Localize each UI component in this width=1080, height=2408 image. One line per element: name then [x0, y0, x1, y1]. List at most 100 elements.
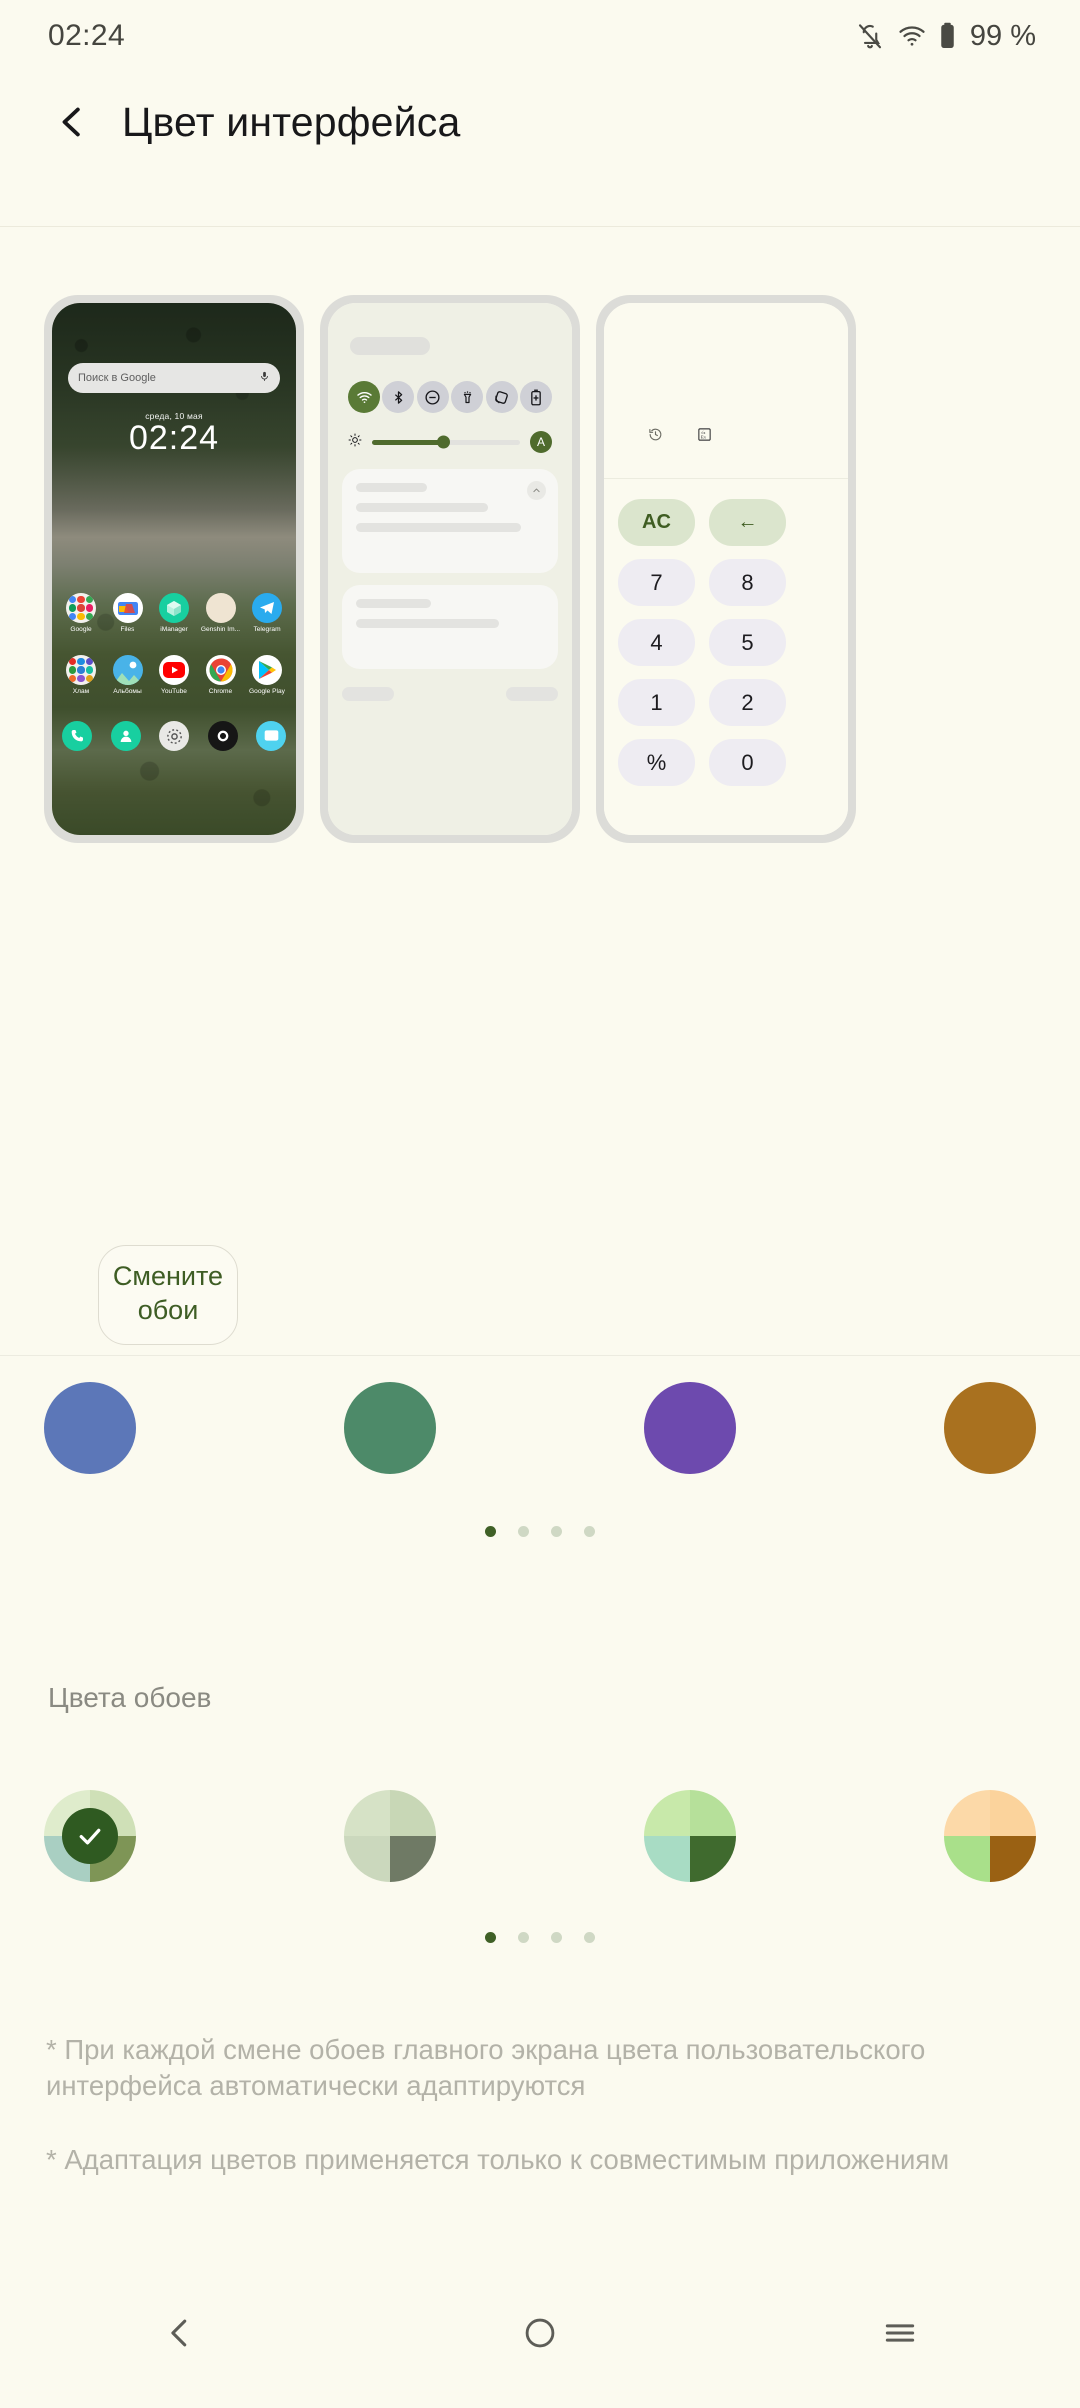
accent-page-dots[interactable] — [0, 1526, 1080, 1537]
wallpaper-button-area: Смените обои — [0, 1245, 1080, 1345]
calc-key-5[interactable]: 5 — [709, 619, 786, 666]
calc-key-8[interactable]: 8 — [709, 559, 786, 606]
calc-key-percent[interactable]: % — [618, 739, 695, 786]
settings-icon[interactable] — [159, 721, 189, 751]
placeholder-line — [356, 483, 428, 492]
app-row-1: Google Files iManager Genshin Im... Tele… — [58, 593, 290, 633]
brightness-icon — [348, 433, 362, 452]
calc-key-2[interactable]: 2 — [709, 679, 786, 726]
wallpaper-page-dots[interactable] — [0, 1932, 1080, 1943]
app-youtube[interactable]: YouTube — [151, 655, 197, 695]
wifi-icon — [897, 21, 927, 51]
app-row-2: Хлам Альбомы YouTube Chrome Google Play — [58, 655, 290, 695]
flashlight-icon[interactable] — [451, 381, 484, 413]
battery-saver-icon[interactable] — [519, 381, 552, 413]
wallpaper-color-row[interactable] — [0, 1790, 1080, 1882]
svg-text:Eπ: Eπ — [701, 435, 707, 440]
wifi-icon[interactable] — [348, 381, 380, 413]
home-dock — [62, 721, 286, 751]
calc-key-backspace[interactable]: ← — [709, 499, 786, 546]
app-files[interactable]: Files — [105, 593, 151, 633]
app-label: Genshin Im... — [200, 626, 241, 633]
accent-swatch-1[interactable] — [44, 1382, 136, 1474]
microphone-icon[interactable] — [259, 371, 270, 385]
app-genshin[interactable]: Genshin Im... — [198, 593, 244, 633]
nav-back-icon[interactable] — [120, 2288, 240, 2378]
do-not-disturb-icon[interactable] — [416, 381, 449, 413]
app-chrome[interactable]: Chrome — [198, 655, 244, 695]
preview-carousel[interactable]: Поиск в Google среда, 10 мая 02:24 Googl… — [0, 295, 1080, 915]
footnote-1: * При каждой смене обоев главного экрана… — [46, 2034, 926, 2102]
slider-knob[interactable] — [437, 435, 451, 449]
accent-swatch-4[interactable] — [944, 1382, 1036, 1474]
change-wallpaper-button[interactable]: Смените обои — [98, 1245, 238, 1345]
wallpaper-palette-4[interactable] — [944, 1790, 1036, 1882]
app-albums[interactable]: Альбомы — [105, 655, 151, 695]
scientific-icon[interactable]: √x Eπ — [697, 427, 712, 447]
app-label: Хлам — [72, 688, 90, 695]
calc-key-0[interactable]: 0 — [709, 739, 786, 786]
lockscreen-clock: среда, 10 мая 02:24 — [52, 411, 296, 457]
page-dot[interactable] — [518, 1932, 529, 1943]
page-dot[interactable] — [518, 1526, 529, 1537]
wallpaper-palette-3[interactable] — [644, 1790, 736, 1882]
placeholder-line — [356, 619, 499, 628]
chevron-up-icon[interactable] — [527, 481, 546, 500]
history-icon[interactable] — [648, 427, 663, 447]
phone-icon[interactable] — [62, 721, 92, 751]
notifications-off-icon — [855, 21, 885, 51]
placeholder-pill — [342, 687, 394, 701]
chrome-icon — [205, 655, 236, 685]
notification-card[interactable] — [342, 585, 558, 669]
nav-recents-icon[interactable] — [840, 2288, 960, 2378]
accent-swatch-2[interactable] — [344, 1382, 436, 1474]
slider-fill — [372, 439, 444, 445]
calc-key-1[interactable]: 1 — [618, 679, 695, 726]
wallpaper-palette-2[interactable] — [344, 1790, 436, 1882]
brightness-slider[interactable] — [372, 435, 520, 449]
page-dot[interactable] — [485, 1932, 496, 1943]
app-imanager[interactable]: iManager — [151, 593, 197, 633]
calc-key-7[interactable]: 7 — [618, 559, 695, 606]
calculator-keypad[interactable]: AC ← 7 8 4 5 1 2 % 0 — [618, 499, 848, 786]
page-dot[interactable] — [551, 1526, 562, 1537]
calc-key-4[interactable]: 4 — [618, 619, 695, 666]
placeholder-line — [356, 599, 432, 608]
app-label: Telegram — [253, 626, 281, 633]
camera-icon[interactable] — [207, 721, 238, 751]
wallpaper-palette-1[interactable] — [44, 1790, 136, 1882]
preview-calculator[interactable]: √x Eπ AC ← 7 8 4 5 1 2 % 0 — [596, 295, 856, 843]
page-dot[interactable] — [584, 1526, 595, 1537]
app-header: Цвет интерфейса — [0, 72, 1080, 172]
youtube-icon — [159, 655, 189, 685]
footnote-2: * Адаптация цветов применяется только к … — [46, 2144, 950, 2175]
page-dot[interactable] — [551, 1932, 562, 1943]
notification-card[interactable] — [342, 469, 558, 573]
accent-swatch-3[interactable] — [644, 1382, 736, 1474]
auto-brightness-button[interactable]: A — [530, 431, 552, 453]
google-search-bar[interactable]: Поиск в Google — [68, 363, 280, 393]
brightness-slider-row[interactable]: A — [348, 431, 552, 453]
auto-rotate-icon[interactable] — [485, 381, 518, 413]
qs-header-placeholder — [350, 337, 430, 355]
page-dot[interactable] — [584, 1932, 595, 1943]
app-telegram[interactable]: Telegram — [244, 593, 290, 633]
back-button[interactable] — [50, 100, 94, 144]
calc-key-ac[interactable]: AC — [618, 499, 695, 546]
placeholder-line — [356, 503, 488, 512]
page-dot[interactable] — [485, 1526, 496, 1537]
app-google[interactable]: Google — [58, 593, 104, 633]
contacts-icon[interactable] — [110, 721, 141, 751]
app-hlam[interactable]: Хлам — [58, 655, 104, 695]
search-placeholder: Поиск в Google — [78, 372, 156, 384]
clock-time: 02:24 — [128, 419, 220, 457]
preview-home-screen[interactable]: Поиск в Google среда, 10 мая 02:24 Googl… — [44, 295, 304, 843]
albums-icon — [112, 655, 143, 685]
bluetooth-icon[interactable] — [382, 381, 415, 413]
accent-color-row[interactable] — [0, 1382, 1080, 1474]
preview-quick-settings[interactable]: A — [320, 295, 580, 843]
app-google-play[interactable]: Google Play — [244, 655, 290, 695]
messages-icon[interactable] — [256, 721, 286, 751]
nav-home-icon[interactable] — [480, 2288, 600, 2378]
app-label: Files — [120, 626, 135, 633]
